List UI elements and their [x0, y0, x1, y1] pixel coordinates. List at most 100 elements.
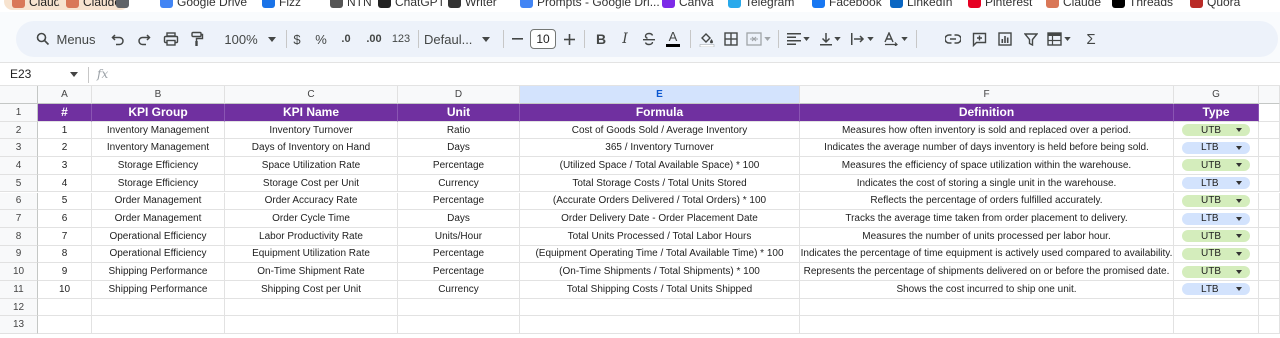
table-cell[interactable]: Represents the percentage of shipments d… [800, 263, 1174, 281]
zoom-select[interactable]: 100% [214, 21, 268, 57]
table-cell[interactable] [1259, 104, 1280, 122]
table-cell[interactable]: Space Utilization Rate [225, 157, 398, 175]
table-cell[interactable]: Order Delivery Date - Order Placement Da… [520, 210, 800, 228]
table-cell[interactable]: 10 [38, 281, 92, 299]
table-cell[interactable] [1259, 281, 1280, 299]
table-cell[interactable]: Currency [398, 281, 520, 299]
table-cell[interactable]: UTB [1174, 121, 1259, 140]
bold-button[interactable]: B [590, 21, 612, 57]
row-header[interactable]: 2 [0, 121, 38, 140]
font-size-decrease-button[interactable] [508, 21, 526, 57]
table-cell[interactable]: Shipping Performance [92, 263, 225, 281]
column-header-g[interactable]: G [1174, 86, 1259, 104]
text-wrapping-button[interactable] [848, 21, 876, 57]
row-header[interactable]: 8 [0, 227, 38, 246]
insert-comment-button[interactable] [968, 21, 990, 57]
italic-button[interactable]: I [614, 21, 636, 57]
table-cell[interactable] [398, 298, 520, 317]
row-header[interactable]: 9 [0, 245, 38, 264]
type-dropdown-chip[interactable]: UTB [1182, 230, 1250, 243]
bookmark-item[interactable]: Pinterest [968, 0, 1032, 10]
table-cell[interactable] [225, 316, 398, 335]
row-header[interactable]: 13 [0, 316, 38, 335]
decrease-decimal-button[interactable]: .0 [334, 21, 358, 57]
table-cell[interactable]: UTB [1174, 192, 1259, 211]
table-cell[interactable]: LTB [1174, 174, 1259, 193]
row-header[interactable]: 7 [0, 210, 38, 228]
table-cell[interactable]: Order Cycle Time [225, 210, 398, 228]
table-cell[interactable] [520, 298, 800, 317]
table-cell[interactable]: Shows the cost incurred to ship one unit… [800, 281, 1174, 299]
table-cell[interactable] [92, 316, 225, 335]
table-cell[interactable] [225, 298, 398, 317]
row-header[interactable]: 4 [0, 157, 38, 175]
row-header[interactable]: 12 [0, 298, 38, 317]
insert-link-button[interactable] [942, 21, 964, 57]
table-cell[interactable]: Percentage [398, 245, 520, 264]
bookmark-item[interactable]: LinkedIn [890, 0, 952, 10]
table-cell[interactable]: (On-Time Shipments / Total Shipments) * … [520, 263, 800, 281]
table-cell[interactable]: Order Management [92, 210, 225, 228]
font-family-select[interactable]: Defaul... [424, 21, 504, 57]
table-cell[interactable]: Labor Productivity Rate [225, 227, 398, 246]
table-cell[interactable] [1259, 210, 1280, 228]
column-header-c[interactable]: C [225, 86, 398, 104]
bookmark-item[interactable]: Facebook [812, 0, 882, 10]
redo-button[interactable] [134, 21, 154, 57]
percent-format-button[interactable]: % [310, 21, 332, 57]
table-cell[interactable] [92, 298, 225, 317]
header-cell[interactable]: # [38, 104, 92, 122]
merge-cells-button[interactable] [744, 21, 772, 57]
table-cell[interactable]: Inventory Management [92, 139, 225, 158]
table-cell[interactable]: 2 [38, 139, 92, 158]
table-cell[interactable] [1259, 121, 1280, 140]
table-cell[interactable]: Inventory Management [92, 121, 225, 140]
table-cell[interactable]: Storage Cost per Unit [225, 174, 398, 193]
type-dropdown-chip[interactable]: UTB [1182, 194, 1250, 207]
header-cell[interactable]: KPI Name [225, 104, 398, 122]
bookmark-item[interactable]: Threads [1112, 0, 1173, 10]
text-color-button[interactable]: A [662, 21, 684, 57]
table-cell[interactable]: LTB [1174, 281, 1259, 299]
bookmark-item[interactable]: NTN [330, 0, 372, 10]
type-dropdown-chip[interactable]: LTB [1182, 177, 1250, 190]
table-cell[interactable]: (Utilized Space / Total Available Space)… [520, 157, 800, 175]
table-cell[interactable]: UTB [1174, 157, 1259, 175]
row-header[interactable]: 1 [0, 104, 38, 122]
functions-button[interactable]: Σ [1080, 21, 1102, 57]
row-header[interactable]: 10 [0, 263, 38, 281]
insert-chart-button[interactable] [994, 21, 1016, 57]
bookmark-item[interactable]: Canva [662, 0, 714, 10]
table-cell[interactable]: LTB [1174, 210, 1259, 228]
table-cell[interactable]: Storage Efficiency [92, 174, 225, 193]
type-dropdown-chip[interactable]: UTB [1182, 265, 1250, 278]
column-header-e[interactable]: E [520, 86, 800, 104]
column-header-b[interactable]: B [92, 86, 225, 104]
bookmark-item[interactable]: Google Drive [160, 0, 247, 10]
table-cell[interactable] [520, 316, 800, 335]
table-cell[interactable]: 5 [38, 192, 92, 211]
header-cell[interactable]: Formula [520, 104, 800, 122]
type-dropdown-chip[interactable]: UTB [1182, 159, 1250, 172]
table-cell[interactable]: 7 [38, 227, 92, 246]
table-cell[interactable]: Days of Inventory on Hand [225, 139, 398, 158]
menus-search-button[interactable]: Menus [22, 21, 110, 57]
text-rotation-button[interactable] [880, 21, 910, 57]
table-cell[interactable]: Measures the number of units processed p… [800, 227, 1174, 246]
column-header-f[interactable]: F [800, 86, 1174, 104]
filter-views-button[interactable] [1044, 21, 1074, 57]
table-cell[interactable] [1259, 316, 1280, 335]
increase-decimal-button[interactable]: .00 [360, 21, 388, 57]
header-cell[interactable]: Unit [398, 104, 520, 122]
bookmark-item[interactable]: Claude [1046, 0, 1101, 10]
table-cell[interactable] [1259, 227, 1280, 246]
row-header[interactable]: 11 [0, 281, 38, 299]
table-cell[interactable] [1259, 245, 1280, 264]
chevron-down-icon[interactable] [70, 72, 78, 77]
table-cell[interactable] [800, 298, 1174, 317]
table-cell[interactable]: (Accurate Orders Delivered / Total Order… [520, 192, 800, 211]
table-cell[interactable] [1259, 298, 1280, 317]
table-cell[interactable]: 1 [38, 121, 92, 140]
type-dropdown-chip[interactable]: UTB [1182, 124, 1250, 137]
strikethrough-button[interactable] [638, 21, 660, 57]
